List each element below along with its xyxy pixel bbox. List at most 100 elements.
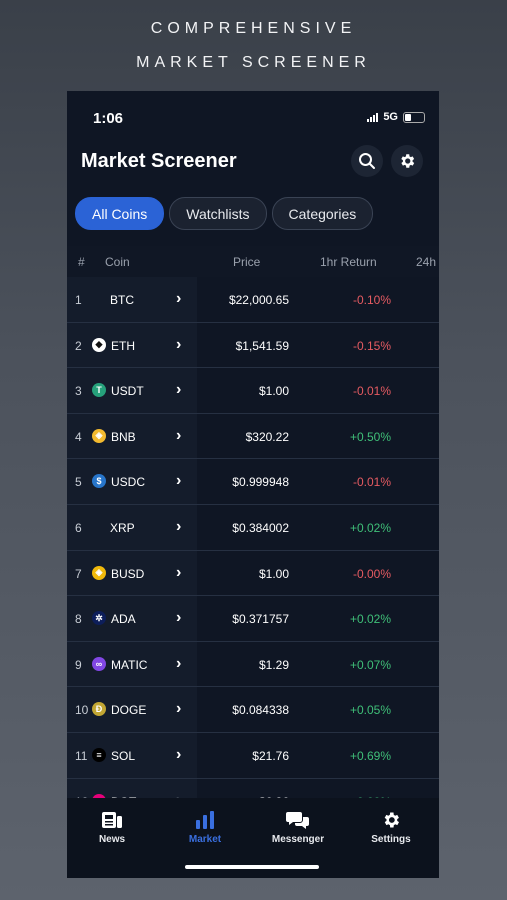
column-coin[interactable]: Coin [105,255,130,269]
coin-symbol: USDC [111,475,146,490]
column-24h-return[interactable]: 24h [416,255,436,269]
coin-logo-icon: Ð [92,702,106,717]
coin-1hr-return: -0.15% [352,338,391,353]
promo-headline-line1: COMPREHENSIVE [150,20,357,37]
coin-row[interactable]: 3 T USDT › $1.00 -0.01% [67,368,439,414]
coin-row[interactable]: 2 ◆ ETH › $1,541.59 -0.15% [67,322,439,369]
coin-1hr-return: +0.05% [349,703,391,718]
coin-price: $1.00 [258,566,289,581]
column-1hr-return[interactable]: 1hr Return [320,255,377,269]
coin-symbol: SOL [111,748,136,763]
news-icon [102,812,122,828]
nav-market[interactable]: Market [165,810,245,845]
filter-tabs: All Coins Watchlists Categories [75,197,374,230]
status-time: 1:06 [93,110,124,127]
coin-rank: 2 [75,338,82,353]
coin-row[interactable]: 9 ∞ MATIC › $1.29 +0.07% [67,641,439,688]
chevron-right-icon[interactable]: › [176,655,181,673]
coin-symbol: BUSD [111,566,145,581]
coin-symbol: ETH [111,338,135,353]
column-rank[interactable]: # [78,255,85,269]
coin-symbol: BNB [111,429,136,444]
coin-logo-icon: ≡ [92,747,106,762]
coin-row[interactable]: 7 ◈ BUSD › $1.00 -0.00% [67,550,439,597]
promo-headline-line2: MARKET SCREENER [136,54,371,71]
nav-label-news: News [98,834,126,845]
coin-row[interactable]: 1 BTC › $22,000.65 -0.10% [67,277,439,323]
coin-price: $1,541.59 [235,338,289,353]
chevron-right-icon[interactable]: › [176,518,181,536]
coin-rank: 8 [75,612,82,627]
chat-bubbles-icon [286,812,309,829]
coin-rank: 1 [75,293,82,307]
battery-icon [403,111,425,123]
coin-symbol: BTC [110,293,134,307]
coin-row[interactable]: 4 ◈ BNB › $320.22 +0.50% [67,413,439,460]
coin-row[interactable]: 11 ≡ SOL › $21.76 +0.69% [67,732,439,779]
coin-rank: 10 [75,703,89,718]
tab-all-coins[interactable]: All Coins [75,197,165,230]
coin-price: $0.999948 [232,475,289,490]
coin-rank: 6 [75,520,82,535]
coin-symbol: DOGE [111,703,147,718]
coin-row[interactable]: 10 Ð DOGE › $0.084338 +0.05% [67,687,439,733]
bar-chart-icon [196,811,214,829]
page-title: Market Screener [81,150,237,172]
nav-label-market: Market [188,834,222,845]
coin-price: $320.22 [245,429,289,444]
coin-price: $22,000.65 [228,293,289,307]
network-label: 5G [383,111,398,123]
coin-rank: 9 [75,657,82,672]
coin-rank: 7 [75,566,82,581]
coin-symbol: XRP [110,520,135,535]
column-price[interactable]: Price [233,255,260,269]
coin-logo-icon: ∞ [92,656,106,671]
coin-logo-icon: ◆ [92,337,106,352]
coin-table: 1 BTC › $22,000.65 -0.10% 2 ◆ ETH › $1,541.59 -0.1… [67,277,439,825]
nav-news[interactable]: News [72,810,152,845]
coin-logo-icon: T [92,383,106,398]
chevron-right-icon[interactable]: › [176,746,181,764]
coin-rank: 5 [75,475,82,490]
nav-label-messenger: Messenger [271,834,325,845]
coin-row[interactable]: 8 ✲ ADA › $0.371757 +0.02% [67,596,439,642]
coin-price: $0.384002 [232,520,289,535]
chevron-right-icon[interactable]: › [176,381,181,399]
coin-symbol: USDT [111,384,144,399]
coin-price: $1.29 [258,657,289,672]
nav-settings[interactable]: Settings [351,810,431,845]
coin-symbol: MATIC [111,657,148,672]
coin-row[interactable]: 6 XRP › $0.384002 +0.02% [67,504,439,551]
chevron-right-icon[interactable]: › [176,700,181,718]
chevron-right-icon[interactable]: › [176,427,181,445]
signal-icon [367,112,379,122]
coin-1hr-return: +0.07% [349,657,391,672]
coin-1hr-return: +0.02% [349,612,391,627]
settings-button[interactable] [391,145,423,177]
gear-icon [384,812,399,828]
search-button[interactable] [351,145,383,177]
coin-logo-icon: ◈ [92,428,106,443]
coin-symbol: ADA [111,612,136,627]
coin-row[interactable]: 5 $ USDC › $0.999948 -0.01% [67,459,439,505]
home-indicator[interactable] [185,865,319,869]
tab-watchlists[interactable]: Watchlists [169,197,267,230]
coin-1hr-return: -0.01% [352,384,391,399]
coin-1hr-return: -0.01% [352,475,391,490]
chevron-right-icon[interactable]: › [176,472,181,490]
gear-icon [401,154,415,168]
coin-price: $0.371757 [232,612,289,627]
search-icon [359,153,375,169]
coin-price: $1.00 [258,384,289,399]
coin-1hr-return: -0.00% [352,566,391,581]
chevron-right-icon[interactable]: › [176,564,181,582]
chevron-right-icon[interactable]: › [176,290,181,308]
status-indicators: 5G [367,111,425,123]
nav-messenger[interactable]: Messenger [258,810,338,845]
coin-logo-icon: ✲ [92,611,106,626]
tab-categories[interactable]: Categories [271,197,374,230]
chevron-right-icon[interactable]: › [176,336,181,354]
chevron-right-icon[interactable]: › [176,609,181,627]
phone-screen: 1:06 5G Market Screener All Coins Watchl… [67,91,439,878]
coin-rank: 3 [75,384,82,399]
